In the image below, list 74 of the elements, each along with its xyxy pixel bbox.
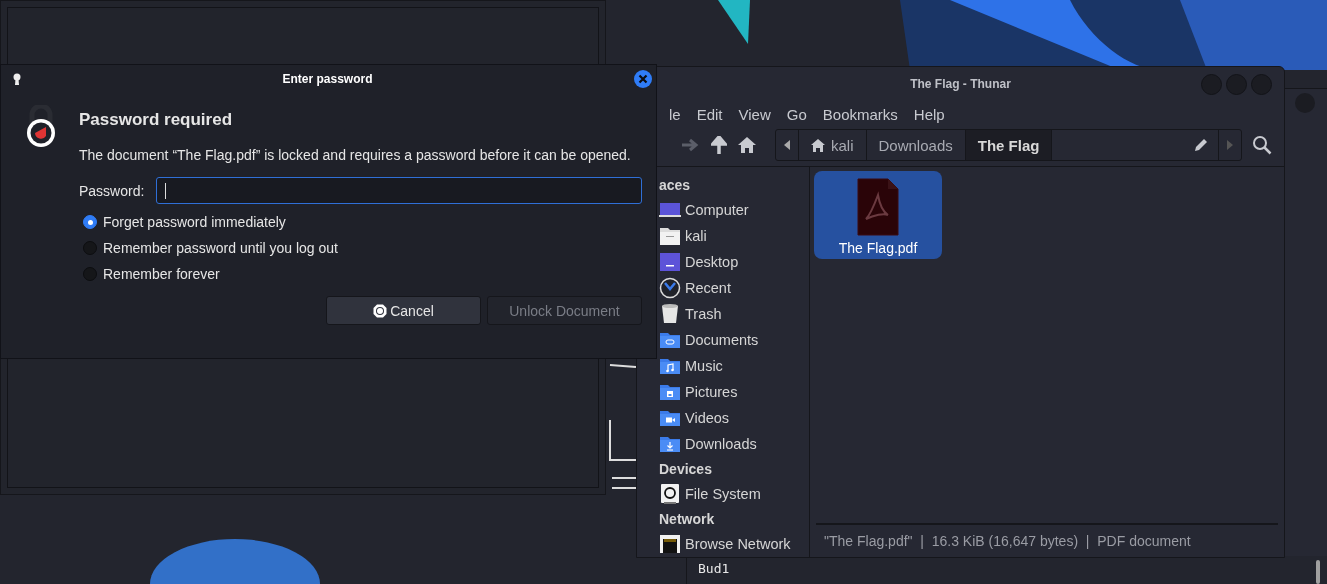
sidebar-label[interactable]: Downloads (685, 436, 757, 452)
stop-icon (373, 303, 388, 318)
sidebar-item[interactable]: Desktop (659, 249, 809, 275)
radio-button[interactable] (83, 267, 97, 281)
sidebar-item[interactable]: Pictures (659, 379, 809, 405)
menu-item[interactable]: Edit (688, 105, 731, 123)
dialog-heading: Password required (79, 110, 234, 130)
drive-icon (659, 483, 681, 505)
sidebar-label[interactable]: Pictures (685, 384, 738, 400)
sidebar-label[interactable]: Browse Network (685, 536, 791, 552)
sidebar-label[interactable]: Videos (685, 410, 730, 426)
sidebar-heading: Devices (659, 460, 713, 479)
dialog-title: Enter password (282, 72, 373, 86)
sidebar-heading: Network (659, 510, 716, 529)
pencil-icon (1194, 138, 1208, 152)
menu-item[interactable]: Bookmarks (814, 105, 906, 123)
caret-right-icon (1227, 140, 1233, 150)
desktop-icon (659, 251, 681, 273)
terminal-text: Bud1 (698, 561, 730, 576)
radio-label[interactable]: Remember password until you log out (103, 240, 338, 256)
home-icon (737, 136, 757, 154)
menu-item[interactable]: Go (778, 105, 815, 123)
home-icon (811, 138, 825, 152)
sidebar-item[interactable]: Videos (659, 405, 809, 431)
status-bar: "The Flag.pdf" | 16.3 KiB (16,647 bytes) | PDF document (816, 523, 1278, 557)
path-button[interactable]: kali (799, 130, 867, 160)
close-icon (638, 74, 648, 84)
sidebar-label[interactable]: Recent (685, 280, 731, 296)
sidebar-item[interactable]: Recent (659, 275, 809, 301)
caret-left-icon (784, 140, 790, 150)
radio-label[interactable]: Remember forever (103, 266, 220, 282)
sidebar-label[interactable]: Documents (685, 332, 759, 348)
file-name[interactable]: The Flag.pdf (838, 240, 918, 256)
window-title: The Flag - Thunar (910, 77, 1011, 91)
sidebar-item[interactable]: Documents (659, 327, 809, 353)
network-port-icon (659, 533, 681, 555)
sidebar-label[interactable]: Computer (685, 202, 749, 218)
trash-can-icon (659, 303, 681, 325)
radio-label[interactable]: Forget password immediately (103, 214, 286, 230)
file-item[interactable]: The Flag.pdf (814, 171, 942, 259)
sidebar-item[interactable]: Trash (659, 301, 809, 327)
close-button[interactable] (634, 70, 652, 88)
sidebar-item[interactable]: Downloads (659, 431, 809, 457)
up-arrow-icon (711, 136, 727, 154)
sidebar-label[interactable]: File System (685, 486, 761, 502)
password-field[interactable] (156, 177, 642, 204)
wallpaper-triangle-drawing (718, 0, 750, 44)
sidebar-label[interactable]: kali (685, 228, 707, 244)
forward-arrow-icon (681, 137, 701, 153)
path-button[interactable]: Downloads (866, 130, 966, 160)
radio-button[interactable] (83, 241, 97, 255)
sidebar-item[interactable]: Music (659, 353, 809, 379)
menu-item[interactable]: le (661, 105, 689, 123)
password-label: Password: (79, 182, 145, 199)
pdf-file-icon (856, 178, 900, 236)
sidebar-item[interactable]: Computer (659, 197, 809, 223)
sidebar-item[interactable]: kali (659, 223, 809, 249)
sidebar-item[interactable]: File System (659, 481, 809, 507)
clock-icon (659, 277, 681, 299)
sidebar-label[interactable]: Trash (685, 306, 722, 322)
sidebar-label[interactable]: Desktop (685, 254, 739, 270)
menu-item[interactable]: Help (905, 105, 953, 123)
search-icon (1252, 135, 1272, 155)
scrollbar[interactable] (1316, 560, 1320, 584)
folder-icon (659, 225, 681, 247)
sidebar-heading: aces (659, 176, 692, 195)
dialog-message: The document “The Flag.pdf” is locked and requires a password before it can be opened. (79, 147, 632, 163)
cancel-button[interactable]: Cancel (326, 296, 481, 325)
menu-item[interactable]: View (730, 105, 779, 123)
sidebar-label[interactable]: Music (685, 358, 723, 374)
keyhole-icon (13, 73, 21, 85)
path-button[interactable]: The Flag (965, 130, 1053, 160)
sidebar-item[interactable]: Browse Network (659, 531, 809, 557)
radio-button[interactable] (83, 215, 97, 229)
